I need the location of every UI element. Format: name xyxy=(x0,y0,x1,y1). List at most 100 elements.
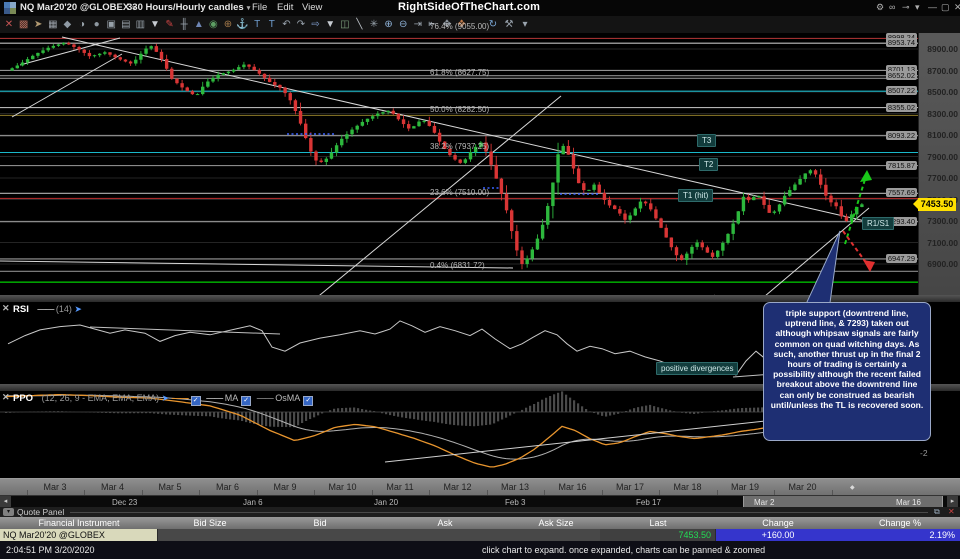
quote-columns-header: Financial Instrument Bid Size Bid Ask Ask Si… xyxy=(0,517,960,529)
date-label: Mar 5 xyxy=(158,482,182,492)
ellipse-icon[interactable]: ● xyxy=(90,18,104,31)
rsi-line-sample: —— xyxy=(37,304,54,314)
price-chart[interactable] xyxy=(0,33,918,295)
analysis-note: triple support (downtrend line, uptrend … xyxy=(763,302,931,441)
exit-door-icon[interactable]: ◫ xyxy=(338,18,352,31)
scroll-date-label: Dec 23 xyxy=(112,497,138,507)
image-icon[interactable]: ▣ xyxy=(104,18,118,31)
ppo-axis-label: -2 xyxy=(920,448,928,458)
scroll-date-label: Jan 20 xyxy=(374,497,399,507)
quote-bid-cell xyxy=(262,529,379,541)
candle-tool-icon[interactable]: ╫ xyxy=(177,18,191,31)
axis-tick-label: 8700.00 xyxy=(927,65,958,76)
axis-tick-label: 7100.00 xyxy=(927,237,958,248)
ppo-line-sample: —— xyxy=(171,393,189,403)
date-label: Mar 3 xyxy=(43,482,67,492)
callout-icon[interactable]: ⇨ xyxy=(309,18,323,31)
zoom-out-icon[interactable]: ⊖ xyxy=(396,18,410,31)
ppo-title: PPO xyxy=(13,393,34,404)
menu-view[interactable]: View xyxy=(302,2,322,13)
dropdown-triangle-icon[interactable]: ▼ xyxy=(148,18,162,31)
settings-gear-icon[interactable]: ⚙ xyxy=(876,2,884,13)
date-axis[interactable]: Mar 3 Mar 4 Mar 5 Mar 6 Mar 9 Mar 10 Mar 11 Mar… xyxy=(0,478,960,496)
close-chart-icon[interactable]: ✕ xyxy=(2,18,16,31)
rsi-params: (14) xyxy=(55,304,72,314)
ppo-header: PPO (12, 26, 9 - EMA, EMA, EMA) ➤ —— ✓ ——… xyxy=(13,393,316,406)
rsi-header: RSI —— (14) ➤ xyxy=(13,304,82,315)
grid-icon[interactable]: ▦ xyxy=(46,18,60,31)
globe-icon[interactable]: ◉ xyxy=(206,18,220,31)
symbol-selector[interactable]: NQ Mar20'20 @GLOBEX ▾ xyxy=(20,2,136,13)
price-axis[interactable]: 8900.00 8700.00 8500.00 8300.00 8100.00 7900.… xyxy=(918,33,960,295)
quote-panel-titlebar: ▾ Quote Panel ⧉ ✕ xyxy=(0,507,960,517)
site-title: RightSideOfTheChart.com xyxy=(398,1,541,13)
candlestick-canvas[interactable] xyxy=(0,33,918,295)
undo-icon[interactable]: ↶ xyxy=(279,18,293,31)
text-box-icon[interactable]: T xyxy=(265,18,279,31)
date-label: Mar 11 xyxy=(386,482,414,492)
titlebar: NQ Mar20'20 @GLOBEX ▾ 330 Hours/Hourly ca… xyxy=(0,0,960,16)
snap-region-icon[interactable]: ▩ xyxy=(17,18,31,31)
axis-tick-label: 8900.00 xyxy=(927,44,958,54)
axis-tick-label: 8300.00 xyxy=(927,108,958,119)
pointer-icon[interactable]: ➤ xyxy=(31,18,45,31)
status-bar: 2:04:51 PM 3/20/2020 click chart to expa… xyxy=(0,541,960,559)
rsi-close-icon[interactable]: ✕ xyxy=(2,303,10,314)
bar-spacing-out-icon[interactable]: ⇤ xyxy=(425,18,439,31)
half-circle-icon[interactable]: ◑ xyxy=(75,18,89,31)
date-label: Mar 4 xyxy=(100,482,125,492)
rsi-settings-pointer-icon[interactable]: ➤ xyxy=(74,304,82,314)
ppo-close-icon[interactable]: ✕ xyxy=(2,392,10,403)
quote-changepct-cell: 2.19% xyxy=(840,529,960,541)
date-label: Mar 13 xyxy=(500,482,530,492)
wrench-icon[interactable]: ⚒ xyxy=(502,18,516,31)
link-icon[interactable]: ∞ xyxy=(889,2,895,12)
status-hint: click chart to expand. once expanded, ch… xyxy=(482,545,766,555)
anchor-icon[interactable]: ⚓ xyxy=(236,18,250,31)
ma-checkbox[interactable]: ✓ xyxy=(241,396,252,406)
multi-grid-icon[interactable]: ▥ xyxy=(133,18,147,31)
scroll-date-label: Jan 6 xyxy=(243,497,263,507)
quote-instrument-cell: NQ Mar20'20 @GLOBEX xyxy=(0,529,158,541)
utility-chevron-icon[interactable]: ▾ xyxy=(518,18,532,31)
timeframe-selector[interactable]: 330 Hours/Hourly candles ▾ xyxy=(127,2,250,13)
rsi-splitter[interactable] xyxy=(0,295,960,302)
pin-chevron-icon[interactable]: ▾ xyxy=(915,2,920,13)
center-last-icon[interactable]: ✥ xyxy=(440,18,454,31)
trendline-tool-icon[interactable]: ╲ xyxy=(352,18,366,31)
menu-edit[interactable]: Edit xyxy=(277,2,293,13)
minimize-button[interactable]: — xyxy=(928,2,937,12)
pin-icon[interactable]: ⊸ xyxy=(902,2,910,13)
ppo-checkbox[interactable]: ✓ xyxy=(190,396,201,406)
stamp-icon[interactable]: ◆ xyxy=(60,18,74,31)
target-icon[interactable]: ⊕ xyxy=(221,18,235,31)
ray-tool-icon[interactable]: ✳ xyxy=(367,18,381,31)
quote-panel-collapse-button[interactable]: ▾ xyxy=(3,508,14,516)
sort-triangle-icon[interactable]: ▼ xyxy=(323,18,337,31)
column-header-bid: Bid xyxy=(313,518,327,528)
chart-layout-icon[interactable]: ▤ xyxy=(119,18,133,31)
maximize-button[interactable]: ▢ xyxy=(941,2,950,13)
osma-checkbox[interactable]: ✓ xyxy=(303,396,314,406)
quote-panel-close-icon[interactable]: ✕ xyxy=(948,507,955,516)
close-button[interactable]: ✕ xyxy=(954,2,960,13)
axis-tick-label: 7900.00 xyxy=(927,151,958,162)
scroll-date-label: Feb 17 xyxy=(636,497,661,507)
scroll-date-label: Mar 2 xyxy=(754,497,775,507)
draw-pen-icon[interactable]: ✎ xyxy=(163,18,177,31)
redo-icon[interactable]: ↷ xyxy=(294,18,308,31)
quote-row[interactable]: NQ Mar20'20 @GLOBEX 7453.50 +160.00 2.19… xyxy=(0,529,960,541)
column-header-financial-instrument: Financial Instrument xyxy=(38,518,120,528)
triangle-tool-icon[interactable]: ▲ xyxy=(192,18,206,31)
timeframe-label: 330 Hours/Hourly candles xyxy=(127,2,244,13)
palette-icon[interactable]: ❖ xyxy=(455,18,469,31)
zoom-in-icon[interactable]: ⊕ xyxy=(382,18,396,31)
text-note-icon[interactable]: T xyxy=(250,18,264,31)
positive-divergences-label: positive divergences xyxy=(656,362,739,375)
trading-app-window: NQ Mar20'20 @GLOBEX ▾ 330 Hours/Hourly ca… xyxy=(0,0,960,559)
refresh-icon[interactable]: ↻ xyxy=(486,18,500,31)
bar-spacing-in-icon[interactable]: ⇥ xyxy=(411,18,425,31)
quote-panel-copy-icon[interactable]: ⧉ xyxy=(934,507,940,517)
menu-file[interactable]: File xyxy=(252,2,267,13)
ppo-settings-pointer-icon[interactable]: ➤ xyxy=(162,393,172,403)
